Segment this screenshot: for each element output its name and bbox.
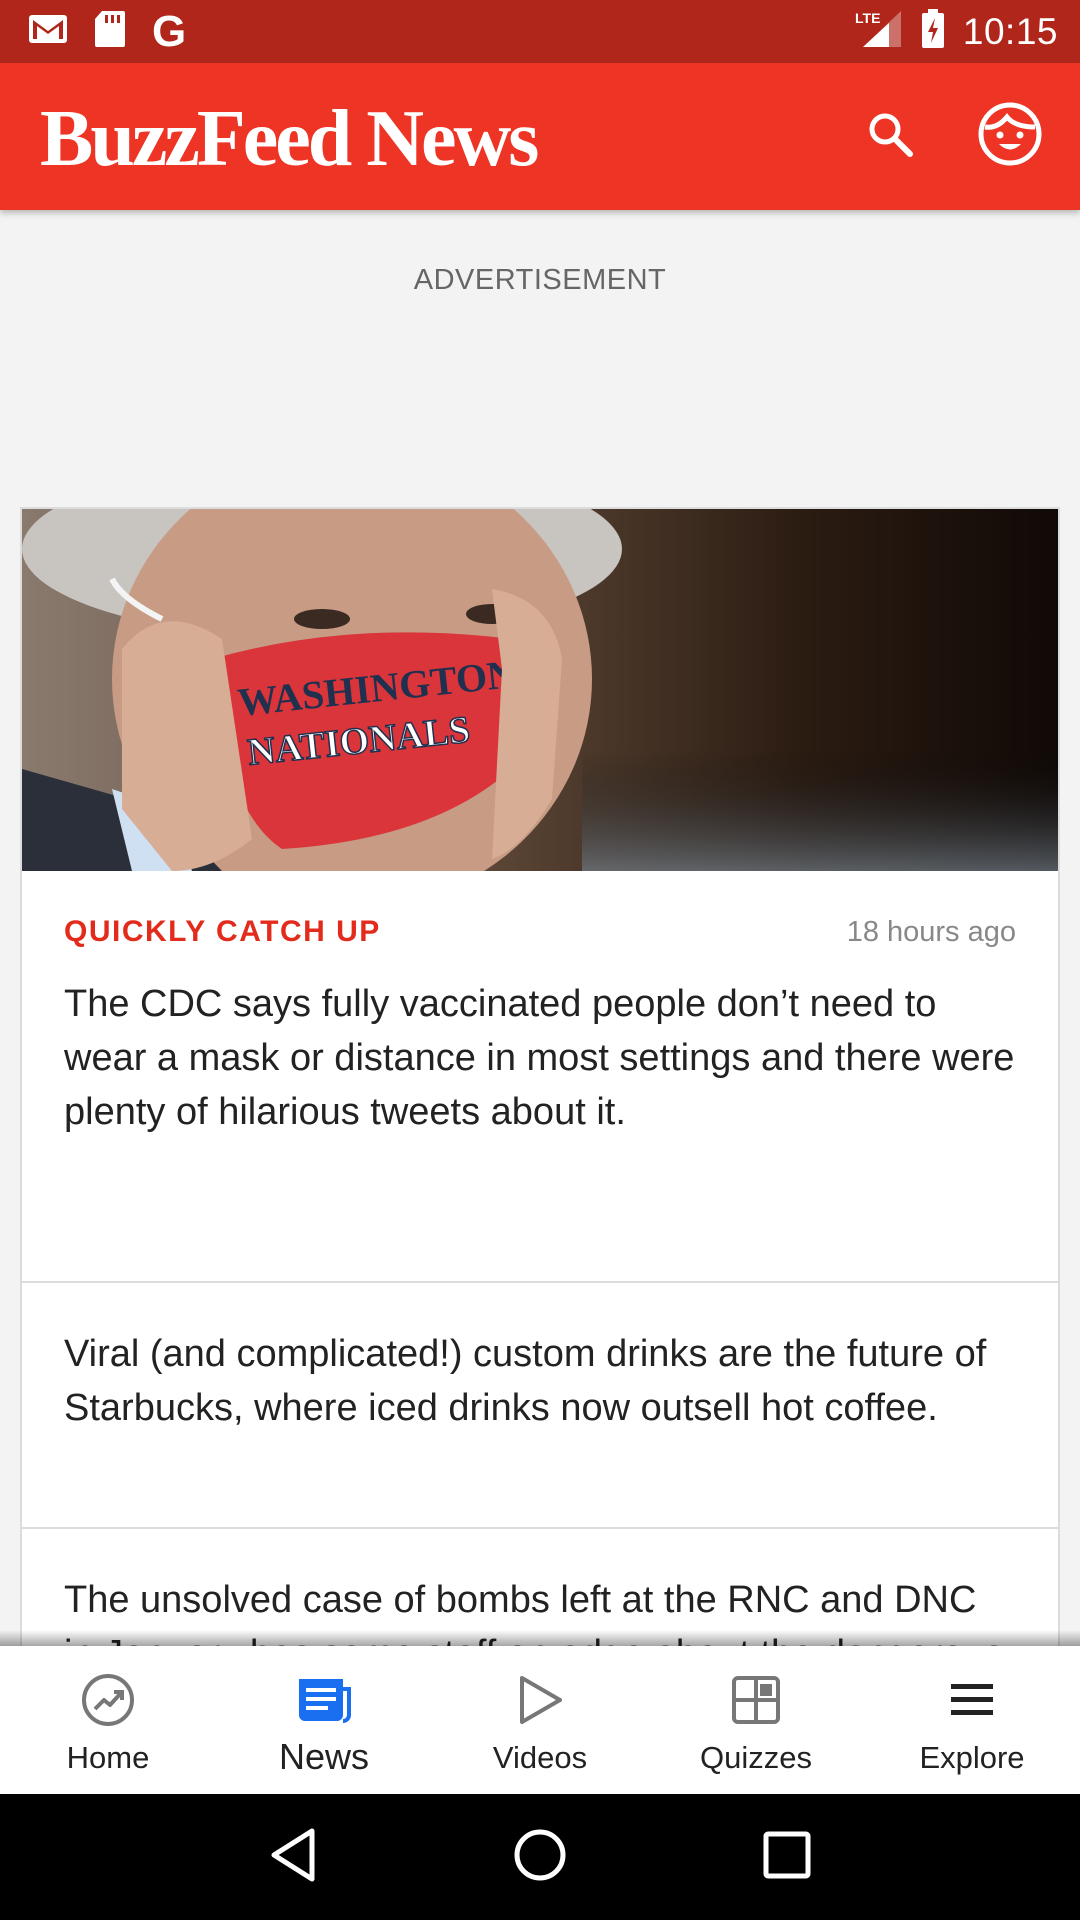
nav-explore[interactable]: Explore <box>864 1646 1080 1794</box>
quiz-grid-icon <box>731 1672 781 1728</box>
status-notifications: G <box>28 6 212 56</box>
svg-text:LTE: LTE <box>855 10 880 26</box>
home-button[interactable] <box>505 1822 575 1892</box>
nav-home[interactable]: Home <box>0 1646 216 1794</box>
nav-home-label: Home <box>66 1740 150 1775</box>
nav-explore-label: Explore <box>919 1740 1025 1775</box>
nav-videos-label: Videos <box>492 1740 588 1775</box>
menu-icon <box>949 1672 995 1728</box>
app-actions <box>850 97 1048 177</box>
recents-square-icon <box>763 1831 811 1884</box>
brand-logo[interactable]: BuzzFeed News <box>40 99 539 179</box>
system-navigation-bar <box>0 1794 1080 1920</box>
news-icon <box>297 1672 351 1728</box>
section-kicker[interactable]: QUICKLY CATCH UP <box>64 915 381 949</box>
sd-card-icon <box>94 10 126 53</box>
play-icon <box>516 1672 564 1728</box>
home-circle-icon <box>513 1828 567 1887</box>
nav-quizzes-label: Quizzes <box>700 1740 812 1775</box>
advertisement-label: ADVERTISEMENT <box>413 264 667 296</box>
search-button[interactable] <box>850 97 930 177</box>
battery-charging-icon <box>921 9 945 54</box>
status-system: LTE 10:15 <box>835 9 1058 54</box>
profile-button[interactable] <box>972 99 1048 175</box>
nav-quizzes[interactable]: Quizzes <box>648 1646 864 1794</box>
story-timestamp: 18 hours ago <box>846 915 1016 948</box>
story-item[interactable]: The CDC says fully vaccinated people don… <box>22 949 1058 1283</box>
back-button[interactable] <box>258 1822 328 1892</box>
recents-button[interactable] <box>752 1822 822 1892</box>
gmail-icon <box>28 14 68 49</box>
story-header: QUICKLY CATCH UP 18 hours ago <box>22 915 1058 949</box>
scroll-shadow <box>0 1630 1080 1646</box>
app-bar: BuzzFeed News <box>0 63 1080 210</box>
google-icon: G <box>152 6 187 56</box>
back-triangle-icon <box>268 1827 318 1888</box>
trending-icon <box>81 1672 135 1728</box>
search-icon <box>865 109 915 164</box>
story-item[interactable]: Viral (and complicated!) custom drinks a… <box>22 1283 1058 1529</box>
lte-signal-icon: LTE <box>853 9 903 54</box>
profile-avatar-icon <box>977 101 1043 172</box>
bottom-nav: Home News Videos Quizzes Explore <box>0 1646 1080 1794</box>
status-time: 10:15 <box>962 10 1058 52</box>
news-card[interactable]: WASHINGTON NATIONALS QUICKLY CATCH UP 18… <box>20 507 1060 1729</box>
status-bar: G LTE 10:15 <box>0 0 1080 63</box>
nav-videos[interactable]: Videos <box>432 1646 648 1794</box>
nav-news[interactable]: News <box>216 1646 432 1794</box>
nav-news-label: News <box>278 1736 370 1777</box>
story-hero-image[interactable]: WASHINGTON NATIONALS <box>22 509 1058 871</box>
